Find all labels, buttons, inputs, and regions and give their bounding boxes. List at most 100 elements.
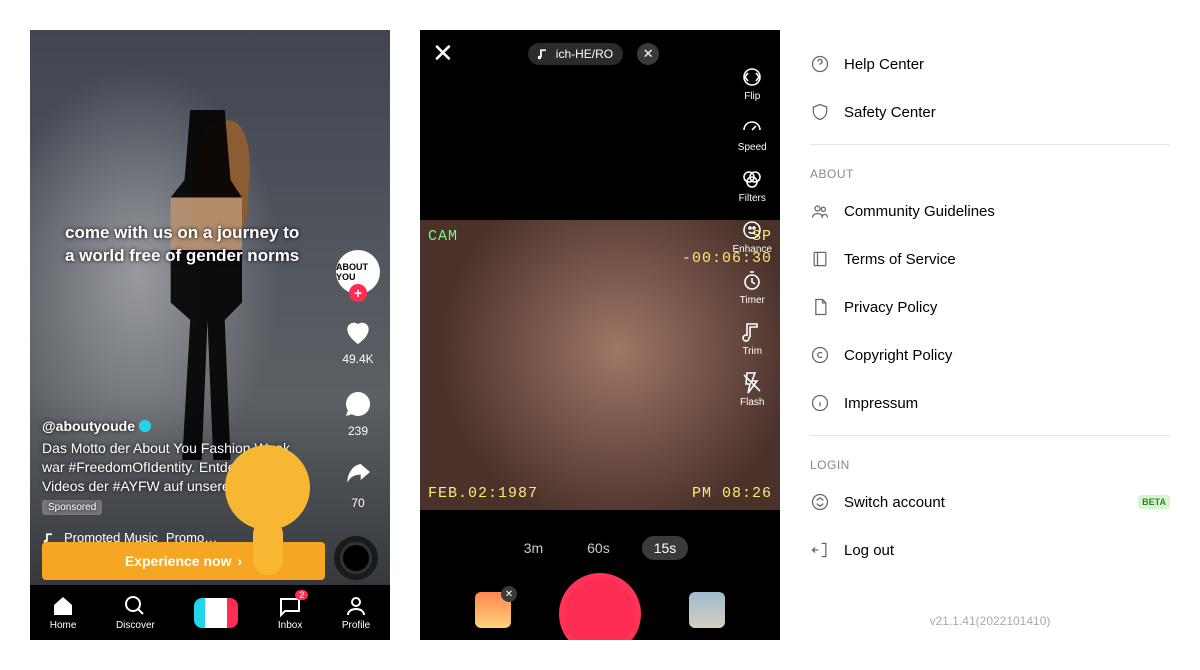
duration-selector: 3m 60s 15s (420, 536, 780, 560)
upload-thumbnail[interactable] (689, 592, 725, 628)
camera-tools-rail: Flip Speed Filters Enhance Timer Trim Fl… (733, 65, 772, 408)
heart-icon (342, 316, 374, 348)
duration-3m[interactable]: 3m (512, 536, 555, 560)
logout-label: Log out (844, 542, 894, 559)
copyright-label: Copyright Policy (844, 347, 952, 364)
profile-icon (344, 594, 368, 618)
cta-label: Experience now (125, 553, 232, 569)
row-switch-account[interactable]: Switch account BETA (810, 478, 1170, 526)
tool-enhance[interactable]: Enhance (733, 218, 772, 255)
sponsored-tag: Sponsored (42, 500, 102, 515)
tool-filters[interactable]: Filters (733, 167, 772, 204)
duration-15s[interactable]: 15s (642, 536, 689, 560)
overlay-cam: CAM (428, 228, 458, 245)
remove-effect-icon[interactable]: ✕ (501, 586, 517, 602)
tool-timer-label: Timer (740, 295, 765, 306)
create-button-icon (194, 598, 238, 628)
creator-avatar[interactable]: ABOUT YOU + (336, 250, 380, 294)
timer-icon (740, 269, 764, 293)
row-help-center[interactable]: Help Center (810, 40, 1170, 88)
book-icon (810, 249, 830, 269)
nav-inbox-label: Inbox (278, 620, 302, 631)
row-safety-center[interactable]: Safety Center (810, 88, 1170, 136)
switch-account-icon (810, 492, 830, 512)
about-header: ABOUT (810, 167, 1170, 181)
camera-top-bar: ✕ ich-HE/RO ✕ (432, 38, 768, 69)
nav-home[interactable]: Home (50, 594, 77, 631)
tool-speed-label: Speed (738, 142, 767, 153)
nav-create[interactable] (194, 598, 238, 628)
tool-flip[interactable]: Flip (733, 65, 772, 102)
camera-viewfinder: CAM SP -00:06:30 FEB.02:1987 PM 08:26 (420, 220, 780, 510)
speed-icon (740, 116, 764, 140)
tool-flash[interactable]: Flash (733, 371, 772, 408)
nav-inbox[interactable]: 2 Inbox (278, 594, 302, 631)
divider (810, 144, 1170, 145)
tool-trim-label: Trim (742, 346, 762, 357)
row-impressum[interactable]: Impressum (810, 379, 1170, 427)
terms-label: Terms of Service (844, 251, 956, 268)
safety-label: Safety Center (844, 104, 936, 121)
camera-screen: CAM SP -00:06:30 FEB.02:1987 PM 08:26 ✕ … (420, 30, 780, 640)
community-label: Community Guidelines (844, 203, 995, 220)
nav-discover[interactable]: Discover (116, 594, 155, 631)
creator-username[interactable]: @aboutyoude (42, 418, 302, 434)
chevron-right-icon: › (237, 553, 242, 569)
follow-plus-icon[interactable]: + (349, 284, 367, 302)
copyright-icon (810, 345, 830, 365)
sound-disc[interactable] (334, 536, 378, 580)
flash-icon (740, 371, 764, 395)
document-icon (810, 297, 830, 317)
inbox-badge: 2 (295, 590, 308, 600)
info-icon (810, 393, 830, 413)
filters-icon (740, 167, 764, 191)
comment-button[interactable]: 239 (342, 388, 374, 438)
avatar-text: ABOUT YOU (336, 262, 380, 282)
row-community-guidelines[interactable]: Community Guidelines (810, 187, 1170, 235)
app-version: v21.1.41(2022101410) (810, 614, 1170, 628)
effect-thumbnail[interactable]: ✕ (475, 592, 511, 628)
tool-timer[interactable]: Timer (733, 269, 772, 306)
duration-60s[interactable]: 60s (575, 536, 622, 560)
comment-count: 239 (348, 424, 368, 438)
row-privacy-policy[interactable]: Privacy Policy (810, 283, 1170, 331)
comment-icon (342, 388, 374, 420)
switch-label: Switch account (844, 494, 945, 511)
music-note-icon (536, 47, 550, 61)
impressum-label: Impressum (844, 395, 918, 412)
nav-discover-label: Discover (116, 620, 155, 631)
close-icon[interactable]: ✕ (432, 38, 454, 69)
flip-icon (740, 65, 764, 89)
trim-icon (740, 320, 764, 344)
tool-trim[interactable]: Trim (733, 320, 772, 357)
help-icon (810, 54, 830, 74)
like-count: 49.4K (342, 352, 373, 366)
row-log-out[interactable]: Log out (810, 526, 1170, 574)
clear-sound-icon[interactable]: ✕ (637, 43, 659, 65)
nav-profile-label: Profile (342, 620, 370, 631)
nav-home-label: Home (50, 620, 77, 631)
people-icon (810, 201, 830, 221)
username-text: @aboutyoude (42, 418, 135, 434)
overlay-clock: PM 08:26 (692, 485, 772, 502)
tool-enhance-label: Enhance (733, 244, 772, 255)
share-button[interactable]: 70 (342, 460, 374, 510)
overlay-date: FEB.02:1987 (428, 485, 538, 502)
pointing-hand-emoji (225, 445, 320, 555)
tool-filters-label: Filters (739, 193, 766, 204)
like-button[interactable]: 49.4K (342, 316, 374, 366)
feed-screen: come with us on a journey to a world fre… (30, 30, 390, 640)
row-copyright-policy[interactable]: Copyright Policy (810, 331, 1170, 379)
help-label: Help Center (844, 56, 924, 73)
shield-icon (810, 102, 830, 122)
row-terms-of-service[interactable]: Terms of Service (810, 235, 1170, 283)
privacy-label: Privacy Policy (844, 299, 937, 316)
verified-icon (139, 420, 151, 432)
tool-flash-label: Flash (740, 397, 764, 408)
logout-icon (810, 540, 830, 560)
sound-selector[interactable]: ich-HE/RO (528, 43, 623, 65)
engagement-rail: ABOUT YOU + 49.4K 239 70 (336, 250, 380, 510)
login-header: LOGIN (810, 458, 1170, 472)
tool-speed[interactable]: Speed (733, 116, 772, 153)
nav-profile[interactable]: Profile (342, 594, 370, 631)
